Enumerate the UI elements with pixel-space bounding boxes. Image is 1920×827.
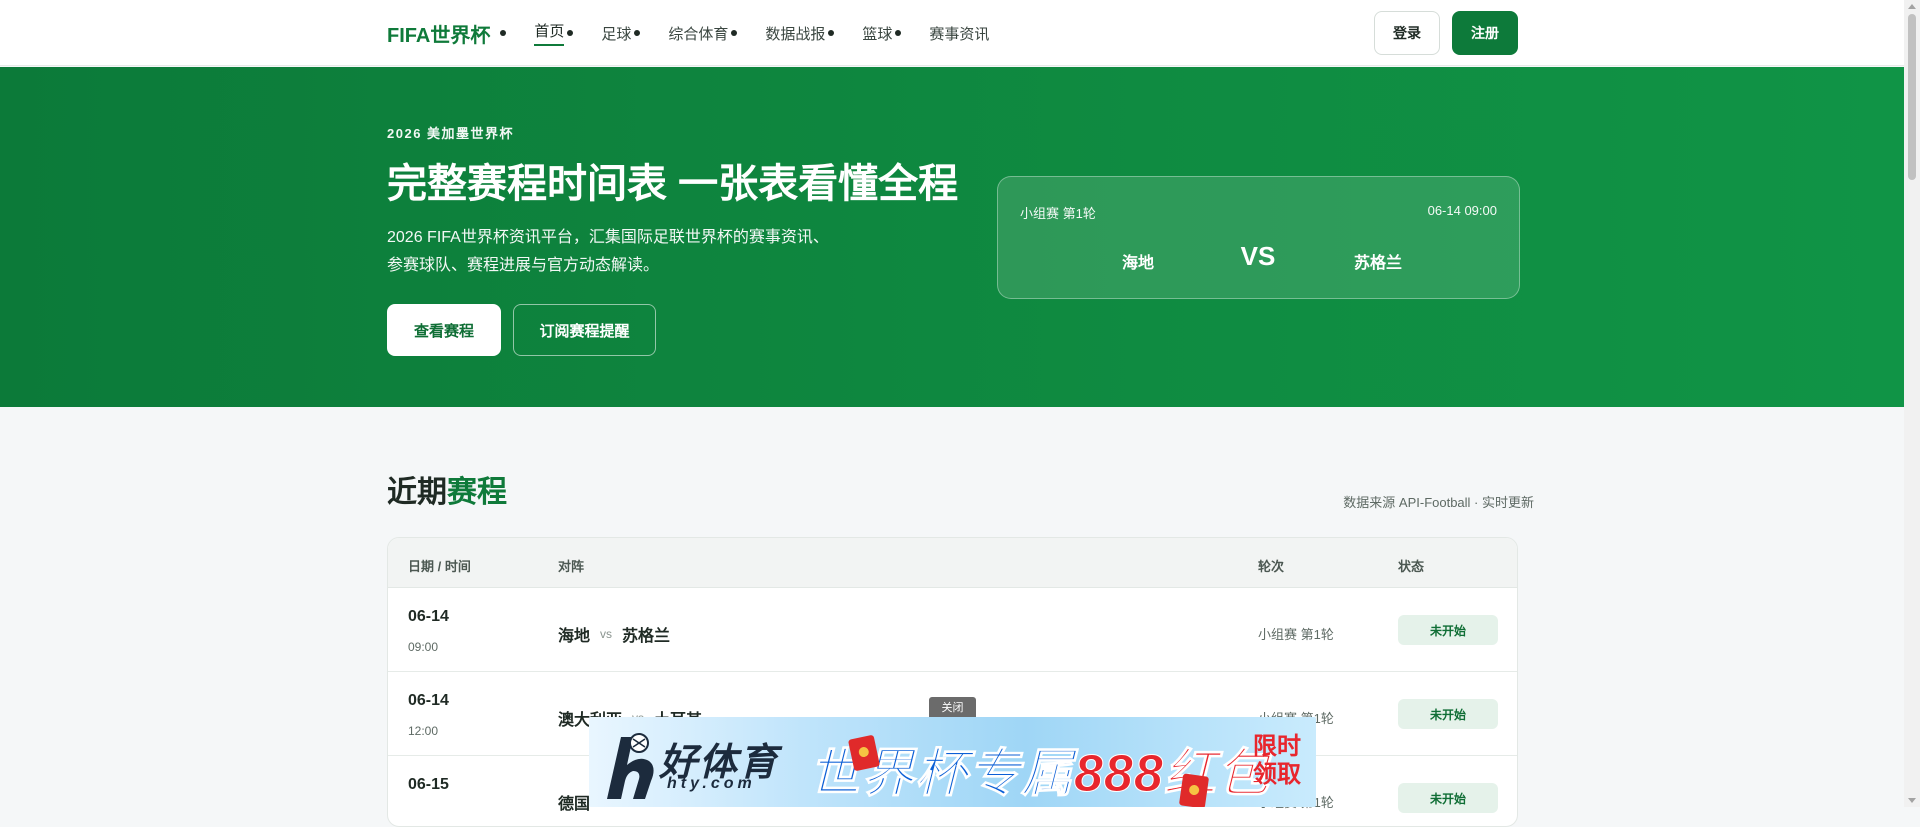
promo-banner-ad[interactable]: 好体育 hty.com 世界杯专属888红包 限时领取	[589, 717, 1316, 807]
row-round: 小组赛 第1轮	[1258, 627, 1334, 642]
status-badge: 未开始	[1398, 615, 1498, 645]
ad-domain: hty.com	[667, 775, 756, 792]
home-team: 德国	[558, 796, 591, 813]
versus-label: VS	[1240, 241, 1276, 271]
nav-item-label: 篮球	[862, 25, 893, 43]
ad-limited-time: 限时领取	[1253, 733, 1301, 788]
subscribe-reminder-button[interactable]: 订阅赛程提醒	[513, 304, 656, 356]
away-team: 苏格兰	[1353, 255, 1402, 272]
dropdown-dot-icon	[731, 30, 738, 36]
section-title: 近期赛程	[387, 467, 507, 511]
nav-item-basketball[interactable]: 篮球	[862, 0, 902, 66]
section-title-highlight: 赛程	[447, 476, 507, 509]
login-button[interactable]: 登录	[1374, 11, 1440, 55]
hero-content: 2026 美加墨世界杯 完整赛程时间表 一张表看懂全程 2026 FIFA世界杯…	[387, 123, 987, 356]
nav-item-label: 赛事资讯	[929, 25, 990, 43]
nav-item-news[interactable]: 赛事资讯	[929, 0, 989, 66]
home-team: 海地	[558, 628, 591, 645]
away-team: 苏格兰	[622, 628, 671, 645]
column-header-match: 对阵	[558, 559, 585, 574]
row-matchup: 海地 vs 苏格兰	[558, 622, 670, 646]
nav-item-home[interactable]: 首页	[534, 0, 574, 66]
column-header-round: 轮次	[1258, 559, 1285, 574]
table-header: 日期 / 时间 对阵 轮次 状态	[388, 538, 1517, 588]
nav-item-label: 综合体育	[668, 25, 729, 43]
data-source-note: 数据来源 API-Football · 实时更新	[1343, 495, 1534, 510]
column-header-status: 状态	[1398, 559, 1425, 574]
row-time: 12:00	[408, 724, 439, 738]
row-matchup: 德国	[558, 790, 590, 814]
nav-item-label: 足球	[601, 25, 632, 43]
dropdown-dot-icon	[634, 30, 641, 36]
scroll-up-arrow-icon[interactable]	[1908, 4, 1916, 9]
view-schedule-button[interactable]: 查看赛程	[387, 304, 501, 356]
dropdown-dot-icon	[828, 30, 835, 36]
match-stage: 小组赛 第1轮	[1020, 206, 1096, 221]
scroll-down-arrow-icon[interactable]	[1908, 798, 1916, 803]
site-logo[interactable]: FIFA世界杯	[387, 19, 507, 48]
register-button[interactable]: 注册	[1452, 11, 1518, 55]
ad-close-button[interactable]: 关闭	[929, 697, 976, 717]
match-time: 06-14 09:00	[1427, 203, 1497, 218]
top-navbar: FIFA世界杯 首页 足球 综合体育 数据战报 篮球 赛事资讯 登录 注册	[0, 0, 1904, 66]
featured-match-card[interactable]: 小组赛 第1轮 06-14 09:00 海地 VS 苏格兰	[997, 176, 1520, 299]
section-title-prefix: 近期	[387, 476, 447, 509]
red-envelope-icon	[1178, 773, 1210, 807]
versus-label: vs	[600, 627, 613, 641]
nav-item-label: 数据战报	[765, 25, 826, 43]
logo-dot	[500, 30, 507, 36]
table-row[interactable]: 06-14 09:00 海地 vs 苏格兰 小组赛 第1轮 未开始	[388, 588, 1517, 672]
nav-item-sports[interactable]: 综合体育	[668, 0, 738, 66]
page-scrollbar[interactable]	[1904, 0, 1920, 807]
dropdown-dot-icon	[567, 30, 574, 36]
logo-text: FIFA世界杯	[387, 24, 491, 47]
row-date: 06-14	[408, 608, 449, 625]
ad-slogan-part2: 888红包	[1074, 745, 1270, 804]
hero-banner: 2026 美加墨世界杯 完整赛程时间表 一张表看懂全程 2026 FIFA世界杯…	[0, 67, 1904, 407]
dropdown-dot-icon	[895, 30, 902, 36]
ad-slogan-part1: 世界杯专属	[808, 745, 1075, 804]
main-menu: 首页 足球 综合体育 数据战报 篮球 赛事资讯	[534, 0, 1017, 66]
row-time: 09:00	[408, 640, 439, 654]
row-date: 06-15	[408, 776, 449, 793]
status-badge: 未开始	[1398, 783, 1498, 813]
home-team: 海地	[1121, 255, 1154, 272]
auth-buttons: 登录 注册	[1374, 11, 1518, 55]
hero-actions: 查看赛程 订阅赛程提醒	[387, 304, 987, 356]
nav-item-data-reports[interactable]: 数据战报	[765, 0, 835, 66]
nav-item-football[interactable]: 足球	[601, 0, 641, 66]
brand-logo-icon	[607, 733, 654, 799]
hero-title: 完整赛程时间表 一张表看懂全程	[387, 162, 959, 206]
status-badge: 未开始	[1398, 699, 1498, 729]
hero-eyebrow: 2026 美加墨世界杯	[387, 126, 515, 141]
hero-description: 2026 FIFA世界杯资讯平台，汇集国际足联世界杯的赛事资讯、参赛球队、赛程进…	[387, 229, 829, 274]
row-date: 06-14	[408, 692, 449, 709]
column-header-date: 日期 / 时间	[408, 559, 471, 574]
nav-item-label: 首页	[534, 20, 565, 46]
scrollbar-thumb[interactable]	[1908, 14, 1916, 180]
